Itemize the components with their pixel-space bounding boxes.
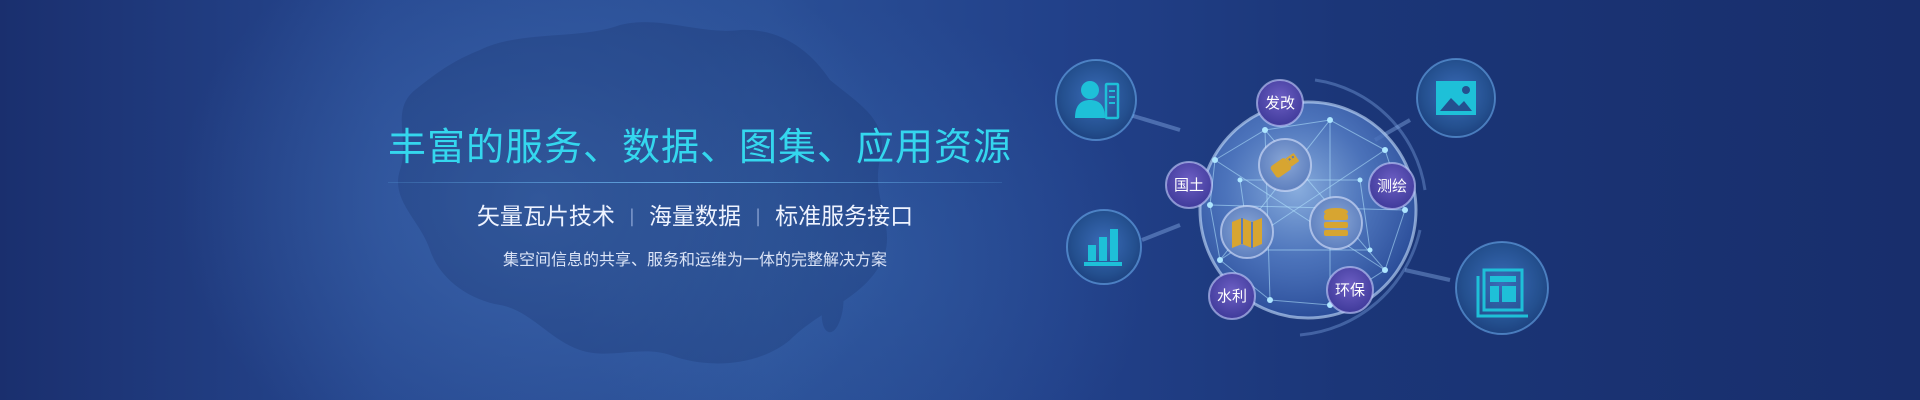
headline-title: 丰富的服务、数据、图集、应用资源 [388, 125, 1013, 169]
globe-svg: 发改 国土 测绘 水利 环保 [1055, 58, 1549, 337]
label-cehui: 测绘 [1377, 177, 1407, 195]
label-guotu: 国土 [1174, 176, 1204, 194]
image-icon[interactable] [1416, 58, 1496, 138]
label-bubble-huanbao[interactable]: 环保 [1326, 266, 1374, 314]
label-fagai: 发改 [1265, 94, 1295, 112]
headline-divider [388, 182, 1002, 183]
feature-massive-data: 海量数据 [649, 204, 741, 230]
usb-key-icon [1258, 138, 1312, 192]
feature-vector-tiles: 矢量瓦片技术 [476, 204, 615, 230]
label-shuili: 水利 [1217, 287, 1247, 305]
label-bubble-guotu[interactable]: 国土 [1165, 161, 1213, 209]
feature-separator: | [755, 206, 762, 227]
label-bubble-shuili[interactable]: 水利 [1208, 272, 1256, 320]
headline-block: 丰富的服务、数据、图集、应用资源 矢量瓦片技术 | 海量数据 | 标准服务接口 集空间信… [388, 0, 1013, 400]
feature-standard-api: 标准服务接口 [775, 204, 914, 230]
bar-chart-icon[interactable] [1066, 209, 1142, 285]
newspaper-icon[interactable] [1455, 241, 1549, 335]
map-icon [1220, 205, 1274, 259]
headline-tagline: 集空间信息的共享、服务和运维为一体的完整解决方案 [502, 250, 887, 269]
database-icon [1309, 196, 1363, 250]
label-bubble-cehui[interactable]: 测绘 [1368, 162, 1416, 210]
feature-separator: | [628, 206, 635, 227]
label-huanbao: 环保 [1335, 281, 1365, 299]
globe-graphic: 发改 国土 测绘 水利 环保 [1040, 0, 1600, 400]
hero-banner: 丰富的服务、数据、图集、应用资源 矢量瓦片技术 | 海量数据 | 标准服务接口 集空间信… [0, 0, 1920, 400]
feature-row: 矢量瓦片技术 | 海量数据 | 标准服务接口 [388, 200, 1002, 234]
label-bubble-fagai[interactable]: 发改 [1256, 79, 1304, 127]
user-document-icon[interactable] [1055, 59, 1137, 141]
